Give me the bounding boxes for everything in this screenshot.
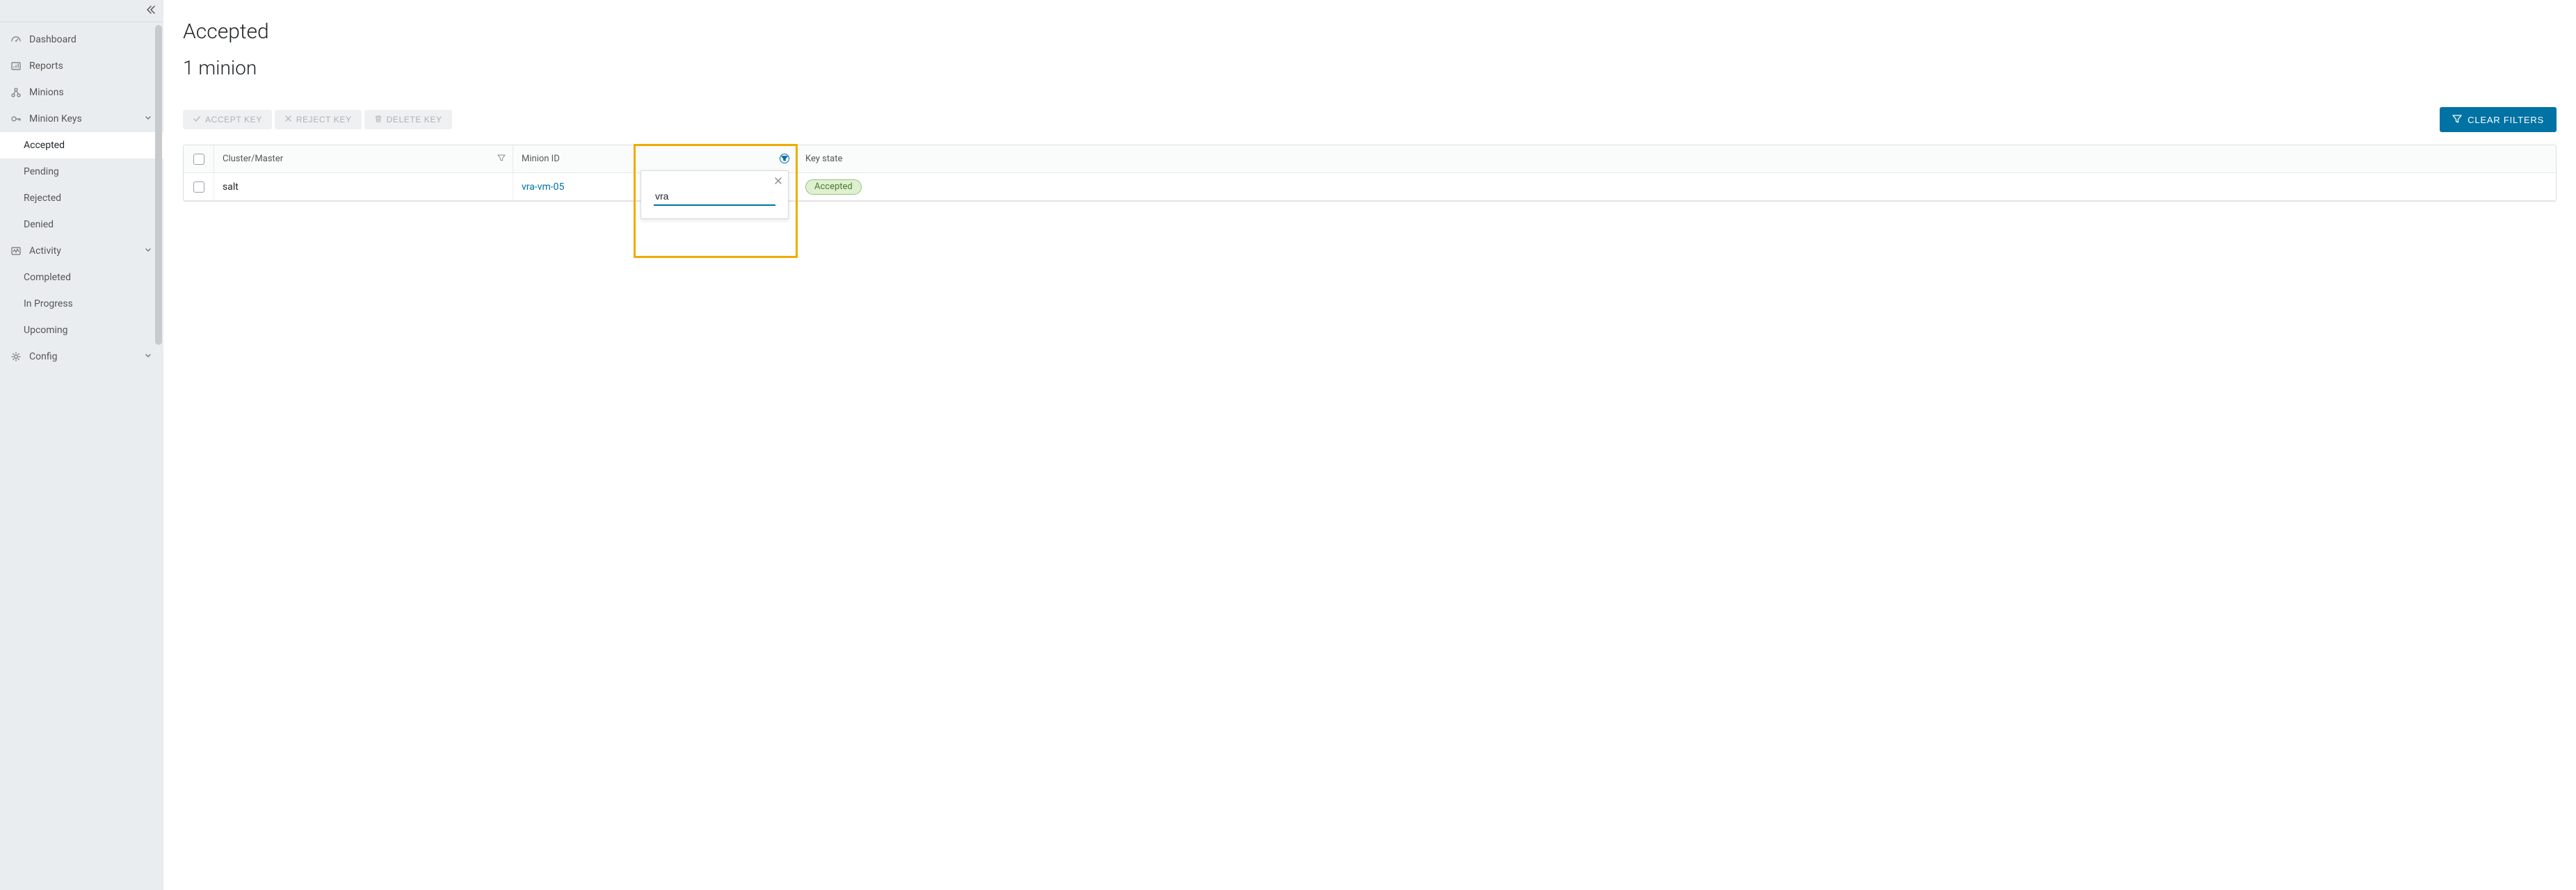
delete-key-button[interactable]: DELETE KEY <box>364 110 452 129</box>
column-header-minion-id[interactable]: Minion ID <box>513 145 797 172</box>
sidebar-item-label: Upcoming <box>24 325 154 336</box>
column-header-key-state[interactable]: Key state <box>797 145 2556 172</box>
sidebar-subitem-in-progress[interactable]: In Progress <box>0 291 163 317</box>
main-content: Accepted 1 minion ACCEPT KEY REJECT KEY … <box>163 0 2576 890</box>
chevron-down-icon <box>144 113 154 124</box>
sidebar-subitem-completed[interactable]: Completed <box>0 264 163 291</box>
cell-cluster: salt <box>214 173 513 200</box>
sidebar-item-label: Config <box>29 351 144 362</box>
accept-key-button[interactable]: ACCEPT KEY <box>183 110 272 129</box>
sidebar-item-reports[interactable]: Reports <box>0 53 163 79</box>
sidebar-item-minions[interactable]: Minions <box>0 79 163 106</box>
column-header-cluster[interactable]: Cluster/Master <box>214 145 513 172</box>
sidebar-collapse-bar <box>0 0 163 22</box>
minion-keys-table: Cluster/Master Minion ID Key state <box>183 145 2557 202</box>
chevron-down-icon <box>144 351 154 362</box>
toolbar: ACCEPT KEY REJECT KEY DELETE KEY CLEAR F <box>183 107 2557 132</box>
cell-value: salt <box>223 181 239 193</box>
row-checkbox[interactable] <box>193 181 204 193</box>
sidebar-item-label: Pending <box>24 166 154 177</box>
sidebar-item-label: Reports <box>29 60 154 72</box>
activity-icon <box>10 245 22 257</box>
filter-icon[interactable] <box>497 154 506 165</box>
key-icon <box>10 113 22 125</box>
button-label: DELETE KEY <box>387 115 442 124</box>
collapse-sidebar-icon[interactable] <box>145 4 156 18</box>
sidebar-scrollbar[interactable] <box>155 25 162 345</box>
x-icon <box>284 115 292 124</box>
sidebar-item-label: Dashboard <box>29 34 154 45</box>
sidebar-item-label: Minion Keys <box>29 113 144 124</box>
button-label: ACCEPT KEY <box>205 115 262 124</box>
cell-key-state: Accepted <box>797 173 2556 200</box>
sidebar-item-minion-keys[interactable]: Minion Keys <box>0 106 163 132</box>
page-title: Accepted <box>183 19 2557 44</box>
sidebar-subitem-upcoming[interactable]: Upcoming <box>0 317 163 343</box>
sidebar-subitem-rejected[interactable]: Rejected <box>0 185 163 211</box>
clear-filters-button[interactable]: CLEAR FILTERS <box>2440 107 2557 132</box>
gear-icon <box>10 350 22 363</box>
sidebar-item-label: Completed <box>24 272 154 283</box>
filter-popover <box>641 170 789 219</box>
trash-icon <box>374 115 383 125</box>
close-icon[interactable] <box>774 177 782 188</box>
sidebar-subitem-pending[interactable]: Pending <box>0 159 163 185</box>
nodes-icon <box>10 86 22 99</box>
page-subtitle: 1 minion <box>183 56 2557 79</box>
sidebar-subitem-accepted[interactable]: Accepted <box>0 132 163 159</box>
sidebar-subitem-denied[interactable]: Denied <box>0 211 163 238</box>
sidebar-item-label: Minions <box>29 87 154 98</box>
sidebar-item-label: Rejected <box>24 193 154 204</box>
status-badge: Accepted <box>805 179 862 195</box>
button-label: REJECT KEY <box>296 115 352 124</box>
check-icon <box>193 115 201 125</box>
sidebar-item-label: Accepted <box>24 140 154 151</box>
bar-chart-icon <box>10 60 22 72</box>
button-label: CLEAR FILTERS <box>2468 115 2544 125</box>
chevron-down-icon <box>144 245 154 257</box>
row-select-cell <box>184 173 214 200</box>
sidebar-item-label: In Progress <box>24 298 154 309</box>
filter-input[interactable] <box>654 188 775 206</box>
column-label: Key state <box>805 154 842 164</box>
table-row: salt vra-vm-05 Accepted <box>184 173 2556 201</box>
sidebar-item-label: Denied <box>24 219 154 230</box>
column-label: Minion ID <box>522 154 560 164</box>
column-header-select <box>184 145 214 172</box>
gauge-icon <box>10 33 22 46</box>
column-label: Cluster/Master <box>223 154 283 164</box>
sidebar-item-config[interactable]: Config <box>0 343 163 370</box>
minion-id-link[interactable]: vra-vm-05 <box>522 181 564 193</box>
reject-key-button[interactable]: REJECT KEY <box>275 110 362 129</box>
sidebar: Dashboard Reports Minions Minion Keys <box>0 0 163 890</box>
sidebar-item-label: Activity <box>29 245 144 257</box>
filter-icon-active[interactable] <box>780 154 789 165</box>
sidebar-item-dashboard[interactable]: Dashboard <box>0 26 163 53</box>
sidebar-item-activity[interactable]: Activity <box>0 238 163 264</box>
sidebar-nav: Dashboard Reports Minions Minion Keys <box>0 26 163 370</box>
filter-icon <box>2452 114 2462 126</box>
select-all-checkbox[interactable] <box>193 154 204 165</box>
table-header: Cluster/Master Minion ID Key state <box>184 145 2556 173</box>
